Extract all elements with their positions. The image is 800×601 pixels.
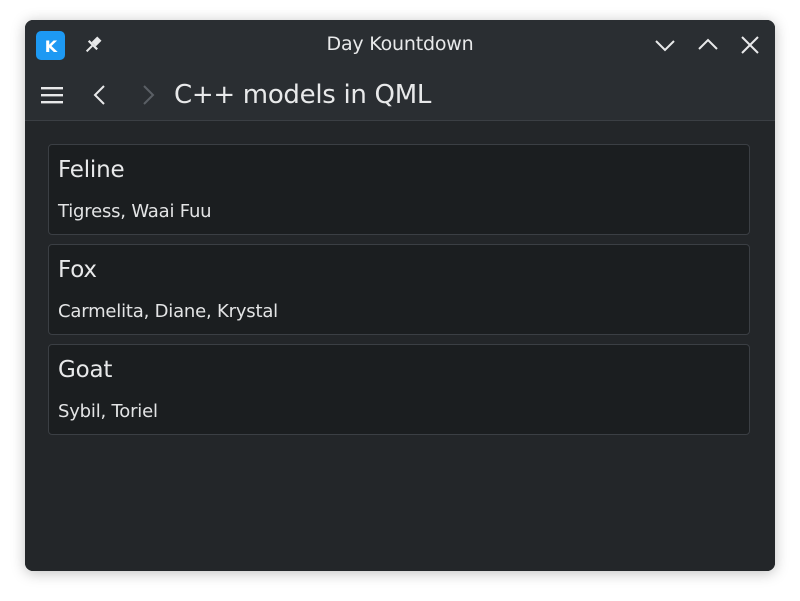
list-item[interactable]: Feline Tigress, Waai Fuu: [48, 144, 750, 235]
back-button[interactable]: [89, 83, 113, 107]
forward-button[interactable]: [135, 83, 159, 107]
maximize-icon[interactable]: [697, 34, 719, 56]
list-item[interactable]: Fox Carmelita, Diane, Krystal: [48, 244, 750, 335]
card-title: Goat: [58, 357, 113, 383]
toolbar: C++ models in QML: [25, 70, 775, 121]
app-window: K Day Kountdown C++ models in QML Feline…: [25, 20, 775, 571]
close-icon[interactable]: [739, 34, 761, 56]
chevron-right-icon: [143, 85, 155, 105]
card-subtitle: Tigress, Waai Fuu: [58, 201, 212, 222]
minimize-icon[interactable]: [654, 34, 676, 56]
card-title: Fox: [58, 257, 97, 283]
list-item[interactable]: Goat Sybil, Toriel: [48, 344, 750, 435]
titlebar[interactable]: K Day Kountdown: [25, 20, 775, 70]
card-subtitle: Carmelita, Diane, Krystal: [58, 301, 278, 322]
card-list: Feline Tigress, Waai Fuu Fox Carmelita, …: [25, 121, 775, 571]
chevron-left-icon: [93, 85, 105, 105]
hamburger-menu-icon[interactable]: [40, 83, 64, 107]
page-title: C++ models in QML: [174, 80, 432, 110]
card-subtitle: Sybil, Toriel: [58, 401, 158, 422]
card-title: Feline: [58, 157, 125, 183]
